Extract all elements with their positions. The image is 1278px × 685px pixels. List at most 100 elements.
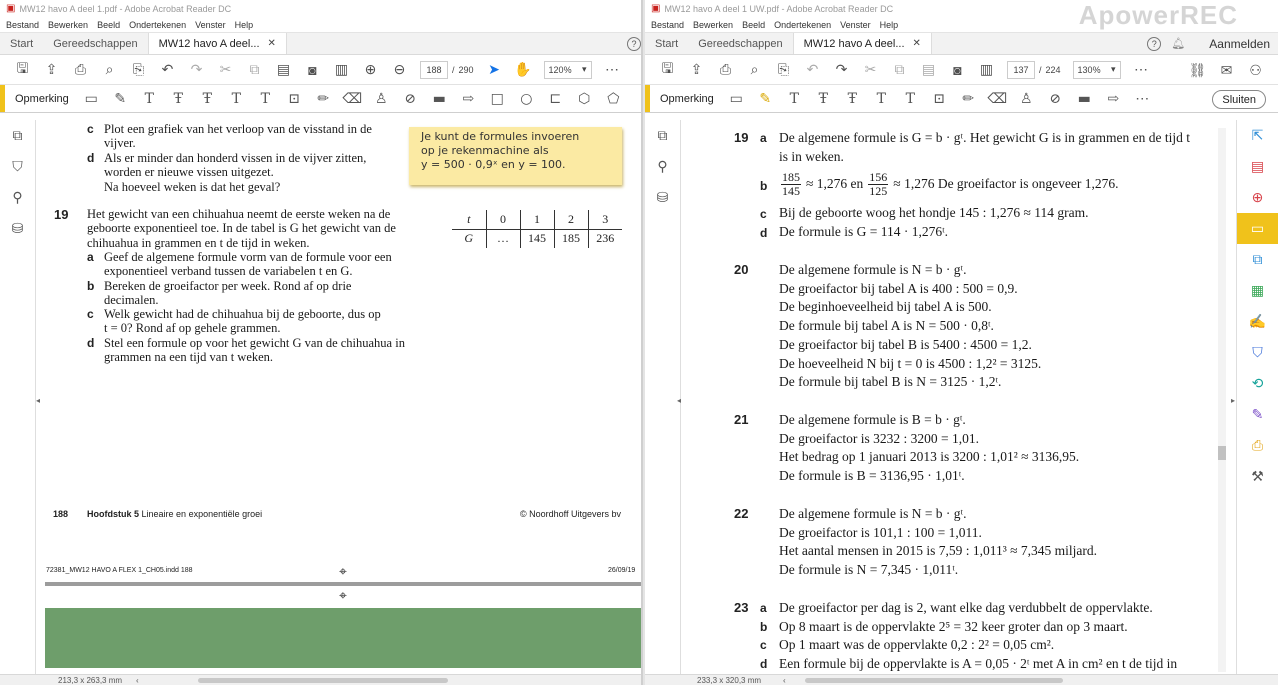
comment-tool-icon[interactable]: ▭ [1237, 213, 1278, 244]
menu-help[interactable]: Help [235, 20, 254, 30]
sticky-note-icon[interactable]: ▭ [722, 88, 751, 110]
undo-icon[interactable]: ↶ [153, 59, 182, 81]
combine-files-icon[interactable]: ⧉ [1237, 244, 1278, 275]
more-tools-settings-icon[interactable]: ⚒ [1237, 461, 1278, 492]
line-icon[interactable]: ▬ [425, 88, 454, 110]
menu-ondertekenen[interactable]: Ondertekenen [129, 20, 186, 30]
menu-bewerken[interactable]: Bewerken [693, 20, 733, 30]
page-down-icon[interactable]: ⊖ [385, 59, 414, 81]
strikethrough-icon[interactable]: Ŧ [164, 88, 193, 110]
create-pdf-icon[interactable]: ⊕ [1237, 182, 1278, 213]
collapse-right-panel-icon[interactable]: ▸ [1231, 396, 1235, 405]
arrow-icon[interactable]: ⇨ [1099, 88, 1128, 110]
attach-file-icon[interactable]: ⎘ [124, 59, 153, 81]
highlight-icon[interactable]: ✎ [106, 88, 135, 110]
attach-icon[interactable]: ⊘ [1041, 88, 1070, 110]
strikethrough-icon[interactable]: Ŧ [809, 88, 838, 110]
email-icon[interactable]: ✉ [1212, 59, 1241, 81]
text-box-icon[interactable]: ⊡ [280, 88, 309, 110]
tab-start[interactable]: Start [645, 33, 688, 54]
attach-file-icon[interactable]: ⎘ [769, 59, 798, 81]
snapshot-icon[interactable]: ◙ [298, 59, 327, 81]
pages-thumbnail-icon[interactable]: ⧉ [645, 120, 680, 151]
send-for-review-icon[interactable]: ⟲ [1237, 368, 1278, 399]
search-icon[interactable]: ⌕ [95, 59, 124, 81]
menu-help[interactable]: Help [880, 20, 899, 30]
insert-text-icon[interactable]: T [222, 88, 251, 110]
add-text-icon[interactable]: T [896, 88, 925, 110]
cut-icon[interactable]: ✂ [211, 59, 240, 81]
redo-icon[interactable]: ↷ [182, 59, 211, 81]
eraser-icon[interactable]: ⌫ [983, 88, 1012, 110]
attachment-icon[interactable]: ⚲ [645, 151, 680, 182]
share-user-icon[interactable]: ⚇ [1241, 59, 1270, 81]
pencil-icon[interactable]: ✏ [309, 88, 338, 110]
help-icon[interactable]: ? [1147, 36, 1162, 51]
eraser-icon[interactable]: ⌫ [338, 88, 367, 110]
snapshot-icon[interactable]: ◙ [943, 59, 972, 81]
sticky-note-icon[interactable]: ▭ [77, 88, 106, 110]
more-tools-icon[interactable]: ⋯ [598, 59, 627, 81]
add-text-icon[interactable]: T [251, 88, 280, 110]
redo-icon[interactable]: ↷ [827, 59, 856, 81]
replace-text-icon[interactable]: Ŧ [193, 88, 222, 110]
zoom-select[interactable]: 130% ▾ [1072, 60, 1121, 79]
scan-icon[interactable]: ⎙ [1237, 430, 1278, 461]
copy-icon[interactable]: ⧉ [885, 59, 914, 81]
text-underline-icon[interactable]: T [780, 88, 809, 110]
pencil-icon[interactable]: ✏ [954, 88, 983, 110]
scroll-left-icon[interactable]: ‹ [136, 676, 139, 685]
save-icon[interactable]: 🖫 [8, 59, 37, 81]
replace-text-icon[interactable]: Ŧ [838, 88, 867, 110]
compare-icon[interactable]: ▥ [327, 59, 356, 81]
signature-panel-icon[interactable]: ⛁ [645, 182, 680, 213]
hand-tool-icon[interactable]: ✋ [509, 59, 538, 81]
collapse-left-panel-icon[interactable]: ◂ [36, 396, 40, 405]
highlight-icon[interactable]: ✎ [751, 88, 780, 110]
undo-icon[interactable]: ↶ [798, 59, 827, 81]
close-tab-icon[interactable]: ✕ [913, 38, 921, 49]
signature-panel-icon[interactable]: ⛁ [0, 213, 35, 244]
polygon-icon[interactable]: ⬡ [570, 88, 599, 110]
cut-icon[interactable]: ✂ [856, 59, 885, 81]
menu-venster[interactable]: Venster [195, 20, 226, 30]
sign-in-button[interactable]: Aanmelden [1209, 37, 1270, 51]
attachment-icon[interactable]: ⚲ [0, 182, 35, 213]
organize-pages-icon[interactable]: ▤ [1237, 151, 1278, 182]
menu-beeld[interactable]: Beeld [97, 20, 120, 30]
select-cursor-icon[interactable]: ➤ [480, 59, 509, 81]
fill-sign-icon[interactable]: ✍ [1237, 306, 1278, 337]
print-icon[interactable]: ⎙ [711, 59, 740, 81]
protect-icon[interactable]: ⛉ [1237, 337, 1278, 368]
bookmark-icon[interactable]: ⛉ [0, 151, 35, 182]
more-tools-icon[interactable]: ⋯ [1127, 59, 1156, 81]
help-icon[interactable]: ? [627, 36, 641, 51]
stamp-icon[interactable]: ♙ [367, 88, 396, 110]
close-comment-button[interactable]: Sluiten [1212, 90, 1266, 109]
tab-document[interactable]: MW12 havo A deel... ✕ [147, 33, 287, 54]
compare-icon[interactable]: ▥ [972, 59, 1001, 81]
rectangle-icon[interactable]: □ [483, 88, 512, 110]
menu-bestand[interactable]: Bestand [651, 20, 684, 30]
save-icon[interactable]: 🖫 [653, 59, 682, 81]
cloud-icon[interactable]: ⬠ [599, 88, 628, 110]
menu-bewerken[interactable]: Bewerken [48, 20, 88, 30]
pages-thumbnail-icon[interactable]: ⧉ [0, 120, 35, 151]
notification-bell-icon[interactable]: 🔔︎ [1171, 37, 1185, 50]
menu-bestand[interactable]: Bestand [6, 20, 39, 30]
tab-document[interactable]: MW12 havo A deel... ✕ [792, 33, 932, 54]
scroll-left-icon[interactable]: ‹ [783, 676, 786, 685]
tab-start[interactable]: Start [0, 33, 43, 54]
zoom-select[interactable]: 120% ▾ [543, 60, 592, 79]
scroll-thumb[interactable] [1218, 446, 1226, 460]
collapse-left-panel-icon[interactable]: ◂ [677, 396, 681, 405]
line-icon[interactable]: ▬ [1070, 88, 1099, 110]
page-number-input[interactable]: 137 [1007, 60, 1035, 79]
callout-icon[interactable]: ⊏ [541, 88, 570, 110]
horizontal-scrollbar[interactable] [805, 678, 1063, 683]
menu-ondertekenen[interactable]: Ondertekenen [774, 20, 831, 30]
clipboard-icon[interactable]: ▤ [914, 59, 943, 81]
search-icon[interactable]: ⌕ [740, 59, 769, 81]
export-pdf-icon[interactable]: ⇱ [1237, 120, 1278, 151]
insert-text-icon[interactable]: T [867, 88, 896, 110]
